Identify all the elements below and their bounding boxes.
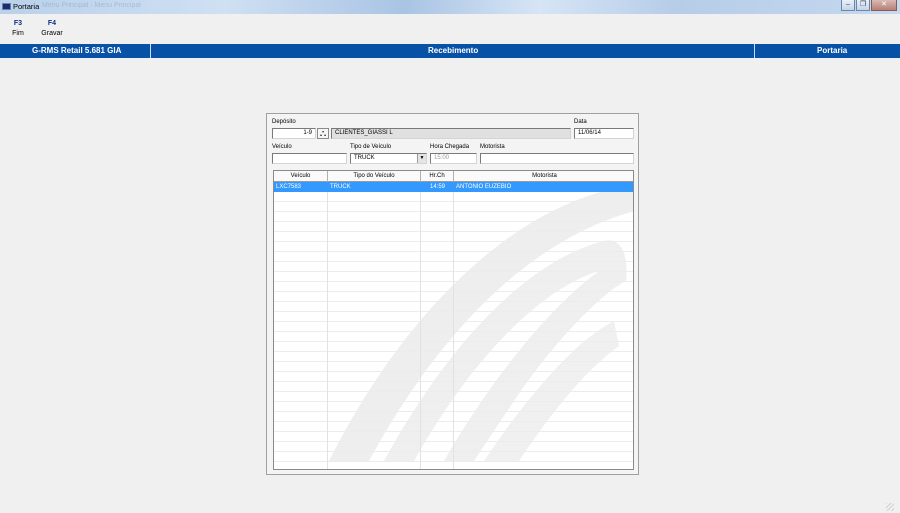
binoculars-search-icon[interactable]: ⛬ <box>317 128 329 139</box>
header-divider <box>754 44 755 58</box>
veiculo-input[interactable] <box>272 153 347 164</box>
portaria-form-panel: Depósito 1-9 ⛬ CLIENTES_GIASSI L Data 11… <box>266 113 639 475</box>
screen-title: Portaria <box>817 46 848 55</box>
window-controls: – ❐ ✕ <box>840 0 897 13</box>
gravar-button[interactable]: F4 Gravar <box>39 20 65 37</box>
data-label: Data <box>574 119 587 125</box>
veiculo-label: Veículo <box>272 144 292 150</box>
window-title: Portaria <box>13 2 40 11</box>
grid-column-line <box>327 182 328 469</box>
close-icon[interactable]: ✕ <box>871 0 897 11</box>
cell-tipo: TRUCK <box>330 184 351 190</box>
motorista-label: Motorista <box>480 144 505 150</box>
window-title-bar: Portaria Menu Principal · Menu Principal… <box>0 0 900 14</box>
resize-grip-icon[interactable] <box>886 503 894 511</box>
fkey-f3: F3 <box>13 20 23 27</box>
deposito-name-field: CLIENTES_GIASSI L <box>331 128 571 139</box>
deposito-code-input[interactable]: 1-9 <box>272 128 316 139</box>
deposito-label: Depósito <box>272 119 296 125</box>
col-motorista-header[interactable]: Motorista <box>454 171 633 182</box>
chevron-down-icon[interactable]: ▼ <box>417 154 426 163</box>
recebimento-grid[interactable]: Veículo Tipo do Veículo Hr.Ch Motorista … <box>273 170 634 470</box>
tipo-veiculo-select[interactable]: TRUCK ▼ <box>350 153 427 164</box>
window-title-ghost-text: Menu Principal · Menu Principal <box>42 2 141 9</box>
module-header: G-RMS Retail 5.681 GIA Recebimento Porta… <box>0 44 900 58</box>
motorista-input[interactable] <box>480 153 634 164</box>
fim-button[interactable]: F3 Fim <box>9 20 27 37</box>
minimize-icon[interactable]: – <box>841 0 855 11</box>
fkey-f3-label: Fim <box>12 30 24 37</box>
col-hora-header[interactable]: Hr.Ch <box>421 171 454 182</box>
restore-icon[interactable]: ❐ <box>856 0 870 11</box>
fkey-f4: F4 <box>47 20 57 27</box>
col-veiculo-header[interactable]: Veículo <box>274 171 328 182</box>
function-key-toolbar: F3 Fim F4 Gravar <box>0 14 900 43</box>
grid-column-line <box>453 182 454 469</box>
col-tipo-header[interactable]: Tipo do Veículo <box>328 171 421 182</box>
tipo-veiculo-selected: TRUCK <box>354 155 375 161</box>
cell-veiculo: LXC7583 <box>276 184 302 190</box>
system-version: G-RMS Retail 5.681 GIA <box>32 46 122 55</box>
cell-motorista: ANTONIO EUZEBIO <box>456 184 512 190</box>
grid-header: Veículo Tipo do Veículo Hr.Ch Motorista <box>274 171 633 182</box>
fkey-f4-label: Gravar <box>41 30 63 37</box>
module-title: Recebimento <box>428 46 479 55</box>
app-icon <box>2 3 11 10</box>
grid-column-line <box>420 182 421 469</box>
tipo-veiculo-label: Tipo de Veículo <box>350 144 392 150</box>
table-row[interactable]: LXC7583 TRUCK 14:59 ANTONIO EUZEBIO <box>274 182 633 192</box>
hora-chegada-label: Hora Chegada <box>430 144 470 150</box>
header-divider <box>150 44 151 58</box>
cell-hora: 14:59 <box>429 184 445 190</box>
hora-chegada-input: 15:00 <box>430 153 477 164</box>
data-input[interactable]: 11/06/14 <box>574 128 634 139</box>
